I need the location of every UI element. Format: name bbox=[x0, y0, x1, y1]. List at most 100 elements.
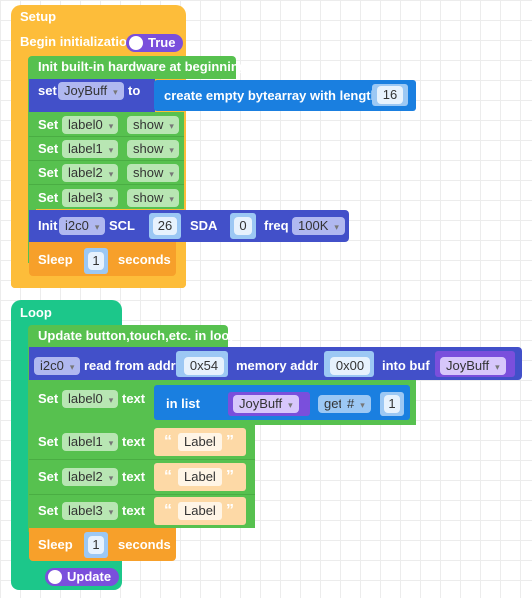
loop-title: Loop bbox=[20, 305, 52, 320]
in-list-label: in list bbox=[166, 396, 200, 411]
begin-toggle[interactable]: True bbox=[126, 34, 184, 52]
sleep-keyword: Sleep bbox=[38, 537, 73, 552]
state-value: show bbox=[133, 190, 164, 205]
label-dropdown[interactable]: label3 ▾ bbox=[62, 502, 118, 520]
index-mode-value: # bbox=[347, 396, 355, 411]
dropdown-arrow-icon: ▾ bbox=[94, 222, 100, 232]
update-toggle[interactable]: Update bbox=[45, 568, 120, 586]
dropdown-arrow-icon: ▾ bbox=[108, 507, 114, 517]
close-quote-icon: ” bbox=[226, 433, 234, 450]
label-dropdown[interactable]: label2 ▾ bbox=[62, 468, 118, 486]
buf-variable-dropdown[interactable]: JoyBuff ▾ bbox=[440, 357, 506, 375]
list-variable-dropdown[interactable]: JoyBuff ▾ bbox=[233, 395, 299, 413]
label-name: label3 bbox=[68, 190, 103, 205]
dropdown-arrow-icon: ▾ bbox=[69, 362, 75, 372]
dropdown-arrow-icon: ▾ bbox=[113, 87, 118, 97]
dropdown-arrow-icon: ▾ bbox=[108, 169, 114, 179]
set-keyword: Set bbox=[38, 503, 59, 518]
into-buf-label: into buf bbox=[382, 358, 430, 373]
label-name: label1 bbox=[68, 434, 103, 449]
init-keyword: Init bbox=[38, 218, 58, 233]
label-name: label3 bbox=[68, 503, 103, 518]
string-input[interactable]: Label bbox=[178, 502, 222, 520]
label-name: label2 bbox=[68, 469, 103, 484]
label-name: label2 bbox=[68, 165, 103, 180]
op-value: get bbox=[324, 396, 343, 411]
index-input[interactable]: 1 bbox=[384, 395, 400, 413]
i2c-bus-dropdown[interactable]: i2c0 ▾ bbox=[59, 217, 106, 235]
toggle-knob-icon bbox=[48, 570, 62, 584]
set-keyword: Set bbox=[38, 469, 59, 484]
state-dropdown[interactable]: show ▾ bbox=[127, 189, 179, 207]
label-dropdown[interactable]: label3 ▾ bbox=[62, 189, 118, 207]
dropdown-arrow-icon: ▾ bbox=[108, 121, 114, 131]
open-quote-icon: “ bbox=[164, 433, 172, 450]
label-name: label0 bbox=[68, 391, 103, 406]
sleep-unit: seconds bbox=[118, 537, 171, 552]
state-value: show bbox=[133, 165, 164, 180]
setup-block-footer bbox=[11, 276, 186, 288]
set-keyword: Set bbox=[38, 165, 59, 180]
label-dropdown[interactable]: label0 ▾ bbox=[62, 390, 118, 408]
dropdown-arrow-icon: ▾ bbox=[169, 121, 174, 131]
label-dropdown[interactable]: label1 ▾ bbox=[62, 433, 118, 451]
dropdown-arrow-icon: ▾ bbox=[108, 194, 114, 204]
divider bbox=[29, 136, 184, 137]
begin-toggle-value: True bbox=[148, 35, 176, 50]
string-input[interactable]: Label bbox=[178, 468, 222, 486]
update-loop-label: Update button,touch,etc. in loop bbox=[38, 328, 238, 343]
bytearray-label: create empty bytearray with length bbox=[164, 88, 379, 103]
label-dropdown[interactable]: label0 ▾ bbox=[62, 116, 118, 134]
dropdown-arrow-icon: ▾ bbox=[169, 194, 174, 204]
bus-name: i2c0 bbox=[65, 218, 89, 233]
freq-value: 100K bbox=[298, 218, 329, 233]
set-keyword: Set bbox=[38, 190, 59, 205]
open-quote-icon: “ bbox=[164, 468, 172, 485]
dropdown-arrow-icon: ▾ bbox=[169, 169, 174, 179]
i2c-bus-dropdown[interactable]: i2c0 ▾ bbox=[34, 357, 81, 375]
state-dropdown[interactable]: show ▾ bbox=[127, 140, 179, 158]
scl-input[interactable]: 26 bbox=[153, 217, 177, 235]
sda-label: SDA bbox=[190, 218, 218, 233]
state-dropdown[interactable]: show ▾ bbox=[127, 116, 179, 134]
update-toggle-value: Update bbox=[67, 569, 112, 584]
toggle-knob-icon bbox=[129, 36, 143, 50]
label-name: label0 bbox=[68, 117, 103, 132]
text-keyword: text bbox=[122, 503, 146, 518]
dropdown-arrow-icon: ▾ bbox=[288, 400, 293, 410]
label-name: label1 bbox=[68, 141, 103, 156]
sda-input[interactable]: 0 bbox=[234, 217, 252, 235]
set-keyword: Set bbox=[38, 434, 59, 449]
memory-addr-label: memory addr bbox=[236, 358, 319, 373]
open-quote-icon: “ bbox=[164, 502, 172, 519]
addr-input[interactable]: 0x54 bbox=[184, 357, 224, 375]
freq-dropdown[interactable]: 100K ▾ bbox=[292, 217, 345, 235]
state-dropdown[interactable]: show ▾ bbox=[127, 164, 179, 182]
sleep-input[interactable]: 1 bbox=[88, 252, 104, 270]
dropdown-arrow-icon: ▾ bbox=[334, 222, 339, 232]
state-value: show bbox=[133, 141, 164, 156]
begin-initialization-label: Begin initialization bbox=[20, 34, 135, 49]
variable-dropdown[interactable]: JoyBuff ▾ bbox=[58, 82, 124, 100]
divider bbox=[29, 160, 184, 161]
mem-input[interactable]: 0x00 bbox=[330, 357, 370, 375]
dropdown-arrow-icon: ▾ bbox=[108, 438, 114, 448]
dropdown-arrow-icon: ▾ bbox=[108, 145, 114, 155]
state-value: show bbox=[133, 117, 164, 132]
set-keyword: Set bbox=[38, 141, 59, 156]
read-from-addr-label: read from addr bbox=[84, 358, 176, 373]
length-input[interactable]: 16 bbox=[377, 86, 403, 104]
sleep-keyword: Sleep bbox=[38, 252, 73, 267]
string-input[interactable]: Label bbox=[178, 433, 222, 451]
text-keyword: text bbox=[122, 469, 146, 484]
index-mode-dropdown[interactable]: # ▾ bbox=[341, 395, 371, 413]
sleep-input[interactable]: 1 bbox=[88, 536, 104, 554]
label-dropdown[interactable]: label2 ▾ bbox=[62, 164, 118, 182]
set-keyword: Set bbox=[38, 391, 59, 406]
close-quote-icon: ” bbox=[226, 468, 234, 485]
init-hardware-label: Init built-in hardware at beginning bbox=[38, 59, 247, 74]
buf-name: JoyBuff bbox=[446, 358, 490, 373]
dropdown-arrow-icon: ▾ bbox=[108, 473, 114, 483]
dropdown-arrow-icon: ▾ bbox=[169, 145, 174, 155]
label-dropdown[interactable]: label1 ▾ bbox=[62, 140, 118, 158]
